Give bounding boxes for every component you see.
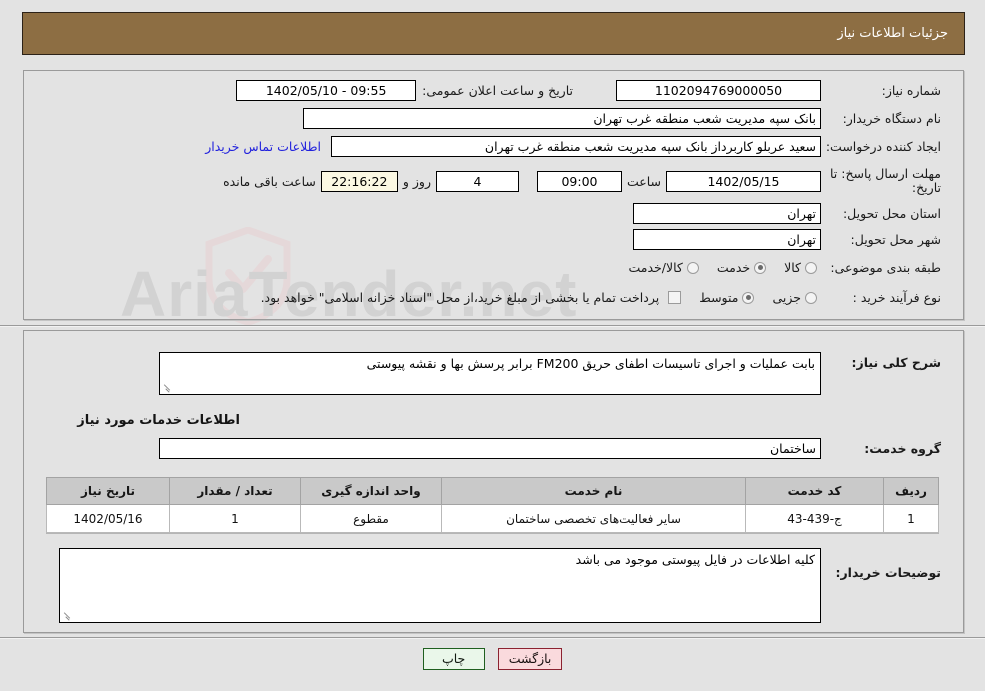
need-desc-row: شرح کلی نیاز: بابت عملیات و اجرای تاسیسا…	[159, 352, 945, 395]
deadline-time-value: 09:00	[536, 170, 622, 192]
resize-grip-icon-notes[interactable]	[62, 611, 72, 621]
process-label-jozi: جزیی	[772, 290, 801, 305]
cell-date: 1402/05/16	[46, 504, 170, 533]
creator-row: ایجاد کننده درخواست: سعید عربلو کاربرداز…	[205, 136, 945, 157]
col-quantity: تعداد / مقدار	[169, 477, 301, 505]
col-unit: واحد اندازه گیری	[300, 477, 442, 505]
treasury-checkbox[interactable]	[668, 291, 682, 304]
buyer-notes-label: توضیحات خریدار:	[835, 565, 941, 580]
province-row: استان محل تحویل: تهران	[633, 203, 945, 224]
deadline-date-value: 1402/05/15	[666, 170, 821, 192]
back-button[interactable]: بازگشت	[497, 648, 563, 670]
deadline-row: مهلت ارسال پاسخ: تا تاریخ: 1402/05/15 سا…	[218, 167, 945, 195]
cell-quantity: 1	[169, 504, 301, 533]
buyer-notes-value: کلیه اطلاعات در فایل پیوستی موجود می باش…	[575, 552, 815, 567]
announce-label: تاریخ و ساعت اعلان عمومی:	[422, 83, 573, 98]
buyer-contact-link[interactable]: اطلاعات تماس خریدار	[205, 139, 321, 154]
deadline-label: مهلت ارسال پاسخ: تا تاریخ:	[830, 166, 941, 195]
button-bar: بازگشت چاپ	[0, 648, 985, 670]
cell-code: ج-439-43	[745, 504, 884, 533]
cell-name: سایر فعالیت‌های تخصصی ساختمان	[441, 504, 746, 533]
creator-label: ایجاد کننده درخواست:	[825, 139, 941, 154]
section-divider-upper	[0, 325, 985, 327]
buyer-org-label: نام دستگاه خریدار:	[842, 111, 941, 126]
table-row: 1 ج-439-43 سایر فعالیت‌های تخصصی ساختمان…	[46, 504, 939, 533]
remaining-days-value: 4	[435, 170, 519, 192]
buyer-notes-row: توضیحات خریدار: کلیه اطلاعات در فایل پیو…	[59, 548, 945, 623]
service-group-value: ساختمان	[159, 438, 821, 459]
announce-row: تاریخ و ساعت اعلان عمومی: 09:55 - 1402/0…	[236, 80, 577, 101]
buyer-org-value: بانک سپه مدیریت شعب منطقه غرب تهران	[303, 108, 821, 129]
process-radio-motevaset[interactable]	[742, 291, 755, 304]
category-radio-kala[interactable]	[805, 261, 817, 274]
col-code: کد خدمت	[745, 477, 884, 505]
section-divider-lower	[0, 637, 985, 639]
table-header-row: ردیف کد خدمت نام خدمت واحد اندازه گیری ت…	[46, 477, 939, 505]
remaining-clock-value: 22:16:22	[320, 170, 398, 192]
services-table: ردیف کد خدمت نام خدمت واحد اندازه گیری ت…	[46, 477, 939, 533]
services-heading: اطلاعات خدمات مورد نیاز	[77, 413, 240, 428]
page-header: جزئیات اطلاعات نیاز	[22, 12, 965, 55]
need-number-value: 1102094769000050	[616, 80, 821, 101]
service-group-label: گروه خدمت:	[864, 441, 941, 456]
service-group-row: گروه خدمت: ساختمان	[159, 438, 945, 459]
city-row: شهر محل تحویل: تهران	[633, 229, 945, 250]
need-desc-textarea[interactable]: بابت عملیات و اجرای تاسیسات اطفای حریق F…	[159, 352, 821, 395]
col-index: ردیف	[883, 477, 939, 505]
category-label: طبقه بندی موضوعی:	[830, 260, 941, 275]
creator-value: سعید عربلو کاربرداز بانک سپه مدیریت شعب …	[331, 136, 821, 157]
cell-unit: مقطوع	[300, 504, 442, 533]
category-label-kala-khedmat: کالا/خدمت	[628, 260, 683, 275]
resize-grip-icon[interactable]	[162, 383, 172, 393]
print-button[interactable]: چاپ	[422, 648, 485, 670]
buyer-notes-textarea[interactable]: کلیه اطلاعات در فایل پیوستی موجود می باش…	[59, 548, 821, 623]
remaining-days-label: روز و	[402, 173, 431, 189]
province-value: تهران	[633, 203, 821, 224]
category-label-khedmat: خدمت	[716, 260, 751, 275]
category-radio-kala-khedmat[interactable]	[686, 261, 699, 274]
need-number-row: شماره نیاز: 1102094769000050	[616, 80, 945, 101]
page-title: جزئیات اطلاعات نیاز	[837, 26, 948, 41]
need-number-label: شماره نیاز:	[881, 83, 941, 98]
need-desc-label: شرح کلی نیاز:	[851, 355, 941, 370]
deadline-time-label: ساعت	[626, 173, 661, 189]
col-name: نام خدمت	[441, 477, 746, 505]
remaining-suffix-label: ساعت باقی مانده	[223, 173, 316, 189]
process-radio-jozi[interactable]	[805, 291, 817, 304]
city-value: تهران	[633, 229, 821, 250]
cell-index: 1	[883, 504, 939, 533]
category-label-kala: کالا	[784, 260, 801, 275]
category-row: طبقه بندی موضوعی: کالا خدمت کالا/خدمت	[614, 260, 945, 275]
city-label: شهر محل تحویل:	[850, 232, 941, 247]
province-label: استان محل تحویل:	[842, 206, 941, 221]
category-radio-khedmat[interactable]	[754, 261, 767, 274]
announce-value: 09:55 - 1402/05/10	[236, 80, 417, 101]
col-date: تاریخ نیاز	[46, 477, 170, 505]
need-desc-value: بابت عملیات و اجرای تاسیسات اطفای حریق F…	[366, 356, 815, 371]
process-label-motevaset: متوسط	[699, 290, 739, 305]
process-label: نوع فرآیند خرید :	[852, 290, 941, 305]
treasury-text: پرداخت تمام یا بخشی از مبلغ خرید،از محل …	[260, 290, 660, 305]
buyer-org-row: نام دستگاه خریدار: بانک سپه مدیریت شعب م…	[303, 108, 945, 129]
process-row: نوع فرآیند خرید : جزیی متوسط پرداخت تمام…	[256, 290, 945, 305]
